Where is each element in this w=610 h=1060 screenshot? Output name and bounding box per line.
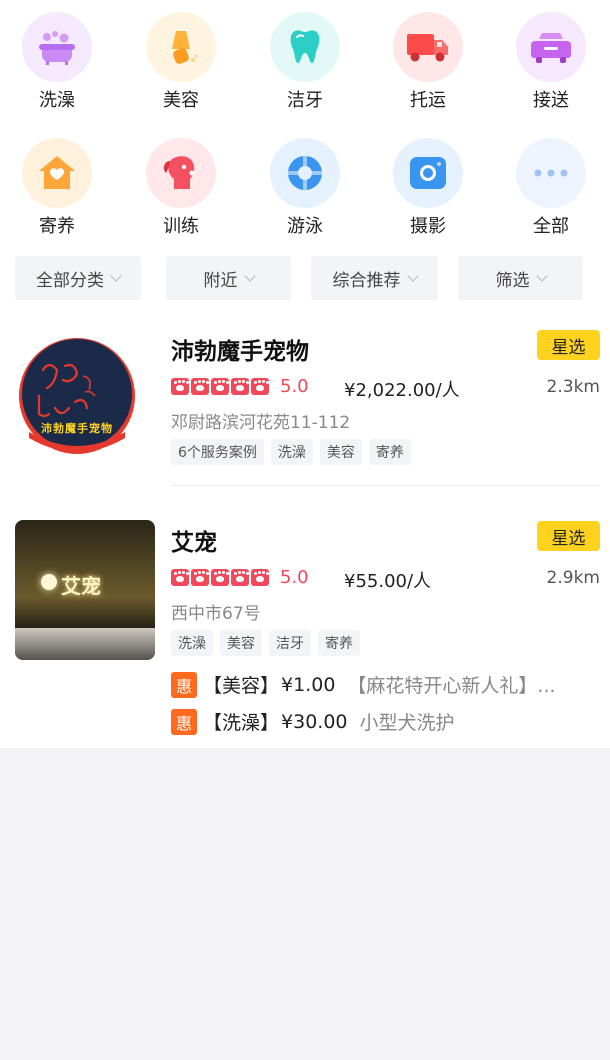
filter-label: 附近 <box>203 270 238 291</box>
paw-rating-icons <box>171 569 271 586</box>
shop-sign-text: 艾宠 <box>61 574 101 598</box>
paw-icon <box>191 569 209 586</box>
filter-sort[interactable]: 综合推荐 <box>311 256 438 300</box>
category-label: 托运 <box>410 90 446 111</box>
deal-description: 【麻花特开心新人礼】... <box>347 675 556 697</box>
category-swimming[interactable]: 游泳 <box>250 138 360 238</box>
category-label: 洁牙 <box>287 90 323 111</box>
paw-icon <box>211 378 229 395</box>
category-label: 寄养 <box>39 216 75 237</box>
swim-ring-icon <box>270 138 340 208</box>
category-photography[interactable]: 摄影 <box>373 138 483 238</box>
category-training[interactable]: 训练 <box>126 138 236 238</box>
paw-icon <box>251 378 269 395</box>
category-dental[interactable]: 洁牙 <box>250 12 360 112</box>
deal-title: 【洗澡】 <box>203 712 280 734</box>
dog-icon <box>146 138 216 208</box>
rating-score: 5.0 <box>280 376 309 397</box>
tooth-icon <box>270 12 340 82</box>
service-tag: 美容 <box>220 630 262 656</box>
discount-mark: 惠 <box>171 671 197 698</box>
service-tag: 洗澡 <box>171 630 213 656</box>
paw-icon <box>231 378 249 395</box>
deal-item[interactable]: 惠 【洗澡】 ¥30.00 小型犬洗护 <box>171 708 601 735</box>
category-grooming[interactable]: 美容 <box>126 12 236 112</box>
paw-rating-icons <box>171 378 271 395</box>
shop-logo-text: 沛勃魔手宠物 <box>41 422 113 435</box>
deal-price: ¥30.00 <box>281 710 348 733</box>
category-shipping[interactable]: 托运 <box>373 12 483 112</box>
paw-icon <box>211 569 229 586</box>
car-icon <box>516 12 586 82</box>
filter-label: 全部分类 <box>36 270 104 291</box>
chevron-down-icon <box>406 269 419 282</box>
featured-badge: 星选 <box>537 330 600 360</box>
distance: 2.3km <box>546 377 600 397</box>
deal-description: 小型犬洗护 <box>359 712 455 734</box>
service-tag: 寄养 <box>318 630 360 656</box>
category-label: 游泳 <box>287 216 323 237</box>
distance: 2.9km <box>546 568 600 588</box>
storefront <box>15 628 155 660</box>
filter-bar: 全部分类 附近 综合推荐 筛选 <box>0 256 610 300</box>
category-label: 美容 <box>163 90 199 111</box>
service-tag: 美容 <box>319 439 362 465</box>
avg-price: ¥2,022.00/人 <box>344 380 460 401</box>
category-label: 全部 <box>533 216 569 237</box>
category-bath[interactable]: 洗澡 <box>2 12 112 112</box>
category-label: 摄影 <box>410 216 446 237</box>
filter-screen[interactable]: 筛选 <box>458 256 583 300</box>
camera-icon <box>393 138 463 208</box>
deal-title: 【美容】 <box>203 675 280 697</box>
category-label: 洗澡 <box>39 90 75 111</box>
house-icon <box>22 138 92 208</box>
deal-price: ¥1.00 <box>281 673 336 696</box>
discount-mark: 惠 <box>171 708 197 735</box>
category-boarding[interactable]: 寄养 <box>2 138 112 238</box>
paw-icon <box>251 569 269 586</box>
service-tag: 洗澡 <box>270 439 313 465</box>
shop-address: 西中市67号 <box>171 604 261 624</box>
shop-logo: 沛勃魔手宠物 <box>15 330 155 470</box>
chevron-down-icon <box>243 269 256 282</box>
filter-nearby[interactable]: 附近 <box>166 256 291 300</box>
shop-name[interactable]: 沛勃魔手宠物 <box>171 332 309 366</box>
service-tag: 寄养 <box>368 439 411 465</box>
paw-icon <box>191 378 209 395</box>
avg-price: ¥55.00/人 <box>344 571 432 592</box>
chevron-down-icon <box>535 269 548 282</box>
category-all[interactable]: 全部 <box>496 138 606 238</box>
chevron-down-icon <box>110 269 122 282</box>
filter-all-categories[interactable]: 全部分类 <box>15 256 141 300</box>
bathtub-icon <box>22 12 92 82</box>
service-tag: 6个服务案例 <box>171 439 264 465</box>
light-icon <box>41 574 57 590</box>
service-tag: 洁牙 <box>269 630 311 656</box>
tag-list: 洗澡 美容 洁牙 寄养 <box>171 630 367 656</box>
shop-photo: 艾宠 <box>15 520 155 660</box>
more-dots-icon <box>516 138 586 208</box>
shop-address: 邓尉路滨河花苑11-112 <box>171 413 351 433</box>
tag-list: 6个服务案例 洗澡 美容 寄养 <box>171 439 418 465</box>
filter-label: 综合推荐 <box>332 270 401 291</box>
divider <box>171 485 600 486</box>
deal-item[interactable]: 惠 【美容】 ¥1.00 【麻花特开心新人礼】... <box>171 671 601 698</box>
paw-icon <box>171 378 189 395</box>
rating-score: 5.0 <box>280 567 309 588</box>
paw-icon <box>231 569 249 586</box>
featured-badge: 星选 <box>537 521 600 551</box>
comb-icon <box>146 12 216 82</box>
category-label: 接送 <box>533 90 569 111</box>
truck-icon <box>393 12 463 82</box>
filter-label: 筛选 <box>495 270 530 291</box>
shop-name[interactable]: 艾宠 <box>171 523 217 557</box>
category-label: 训练 <box>163 216 199 237</box>
category-pickup[interactable]: 接送 <box>496 12 606 112</box>
paw-icon <box>171 569 189 586</box>
